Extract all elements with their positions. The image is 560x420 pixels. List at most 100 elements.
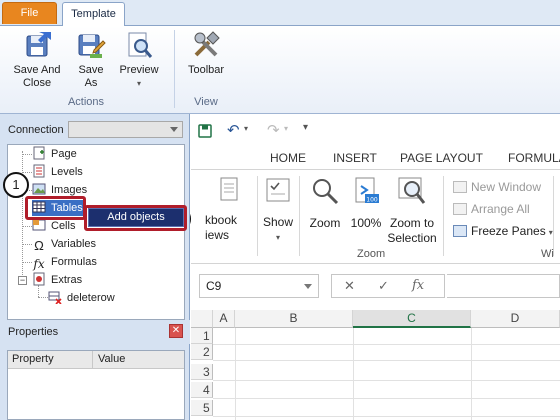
zoom-to-selection-button[interactable]: Zoom to Selection [387,176,437,246]
row-header-3[interactable]: 3 [191,364,213,380]
zoom-label: Zoom [309,216,341,230]
ribbon-separator [299,176,300,256]
formula-bar: C9 ✕ ✓ fx [191,272,560,300]
enter-icon[interactable]: ✓ [378,278,389,294]
zoom-100-button[interactable]: 100 100% [348,176,384,231]
column-header-value[interactable]: Value [98,353,125,365]
new-window-button[interactable]: New Window [453,180,541,194]
undo-dropdown-icon[interactable]: ▾ [244,124,248,133]
omega-icon: Ω [34,238,44,253]
cancel-icon[interactable]: ✕ [344,278,355,294]
delete-row-icon [48,291,62,304]
zoom-100-icon: 100 [355,177,379,204]
callout-1: 1 [3,172,29,198]
preview-icon [128,32,153,58]
highlight-box-tables [25,196,86,220]
undo-icon[interactable]: ↶ [227,121,240,139]
freeze-panes-button[interactable]: Freeze Panes ▾ [453,224,553,238]
row-header-1[interactable]: 1 [191,328,213,344]
zoom-button[interactable]: Zoom [305,176,345,231]
ribbon-separator [257,176,258,256]
tree-item-formulas[interactable]: fx Formulas [32,254,96,271]
tree-item-deleterow[interactable]: deleterow [48,290,115,306]
save-as-icon [78,34,106,58]
arrange-all-label: Arrange All [471,202,530,216]
image-icon [32,183,46,195]
save-and-close-label: Save And Close [13,64,61,89]
row-header-2[interactable]: 2 [191,344,213,360]
zoom-to-selection-icon [398,177,426,204]
quick-access-toolbar: ↶ ▾ ↷ ▾ ▾ [191,114,560,144]
collapse-icon[interactable]: − [18,276,27,285]
grid-line [213,398,560,399]
column-header-b[interactable]: B [235,310,353,328]
properties-grid-header: Property Value [8,351,184,369]
ribbon-separator [443,176,444,256]
save-and-close-icon [26,32,51,57]
column-header-a[interactable]: A [213,310,235,328]
tree-item-label: Page [51,148,77,160]
show-button[interactable]: Show ▾ [261,176,295,245]
tree-line [22,262,32,263]
chevron-down-icon [304,284,312,289]
tab-file[interactable]: File [2,2,57,24]
zoom-to-selection-label: Zoom to Selection [387,216,437,245]
tree-line [22,172,32,173]
page-icon [33,146,45,160]
connection-select[interactable] [68,121,183,138]
save-icon[interactable] [198,124,212,138]
name-box-value: C9 [206,279,222,293]
close-icon[interactable]: ✕ [169,324,183,338]
formula-input[interactable] [447,274,560,298]
new-window-label: New Window [471,180,542,194]
save-and-close-button[interactable]: Save And Close [10,30,66,90]
redo-icon[interactable]: ↷ [267,121,280,139]
row-header-5[interactable]: 5 [191,400,213,416]
object-tree: Page Levels Images Tables Cells Ω Variabl… [7,144,185,320]
select-all-corner[interactable] [191,310,213,328]
ribbon-separator [553,176,554,256]
column-header-d[interactable]: D [471,310,560,328]
tree-item-extras[interactable]: Extras [32,272,82,288]
function-icon: fx [33,257,45,271]
tree-item-variables[interactable]: Ω Variables [32,236,96,253]
column-header-c[interactable]: C [353,310,471,328]
name-box[interactable]: C9 [199,274,319,298]
preview-dropdown-icon: ▾ [136,79,141,88]
excel-ribbon: kbook iews Show ▾ Zoom 100 100% Zoom to … [191,169,560,264]
preview-button[interactable]: Preview ▾ [117,30,161,90]
tree-line [22,226,32,227]
grid-line [213,344,560,345]
toolbar-button[interactable]: Toolbar [185,30,227,77]
excel-tab-formulas[interactable]: FORMULA [508,151,560,165]
extras-icon [33,272,45,286]
excel-tab-home[interactable]: HOME [270,151,306,165]
row-header-4[interactable]: 4 [191,382,213,398]
redo-dropdown-icon[interactable]: ▾ [284,124,288,133]
grid-line [213,360,560,361]
arrange-all-button[interactable]: Arrange All [453,202,530,216]
toolbar-label: Toolbar [187,64,225,76]
tools-icon [194,31,220,57]
column-header-property[interactable]: Property [12,353,54,365]
context-menu-add-objects[interactable]: Add objects [88,208,184,227]
excel-tab-bar: HOME INSERT PAGE LAYOUT FORMULA [191,148,560,168]
tree-item-page[interactable]: Page [32,146,77,162]
grid-line [235,328,236,420]
properties-grid: Property Value [7,350,185,420]
spreadsheet-grid: A B C D 1 2 3 4 5 [191,310,560,420]
insert-function-icon[interactable]: fx [412,278,424,293]
new-window-icon [453,181,467,193]
excel-tab-page-layout[interactable]: PAGE LAYOUT [400,151,483,165]
tree-item-cells[interactable]: Cells [32,218,75,234]
preview-label: Preview [119,64,159,76]
customize-toolbar-icon[interactable]: ▾ [303,122,308,133]
workbook-views-button[interactable]: kbook iews [205,176,253,242]
freeze-panes-label: Freeze Panes [471,224,546,238]
tree-item-levels[interactable]: Levels [32,164,83,180]
excel-tab-insert[interactable]: INSERT [333,151,377,165]
properties-title: Properties [8,326,59,338]
tab-template[interactable]: Template [62,2,125,27]
ribbon-tab-bar: File Template [0,0,560,27]
save-as-button[interactable]: Save As [73,30,109,90]
